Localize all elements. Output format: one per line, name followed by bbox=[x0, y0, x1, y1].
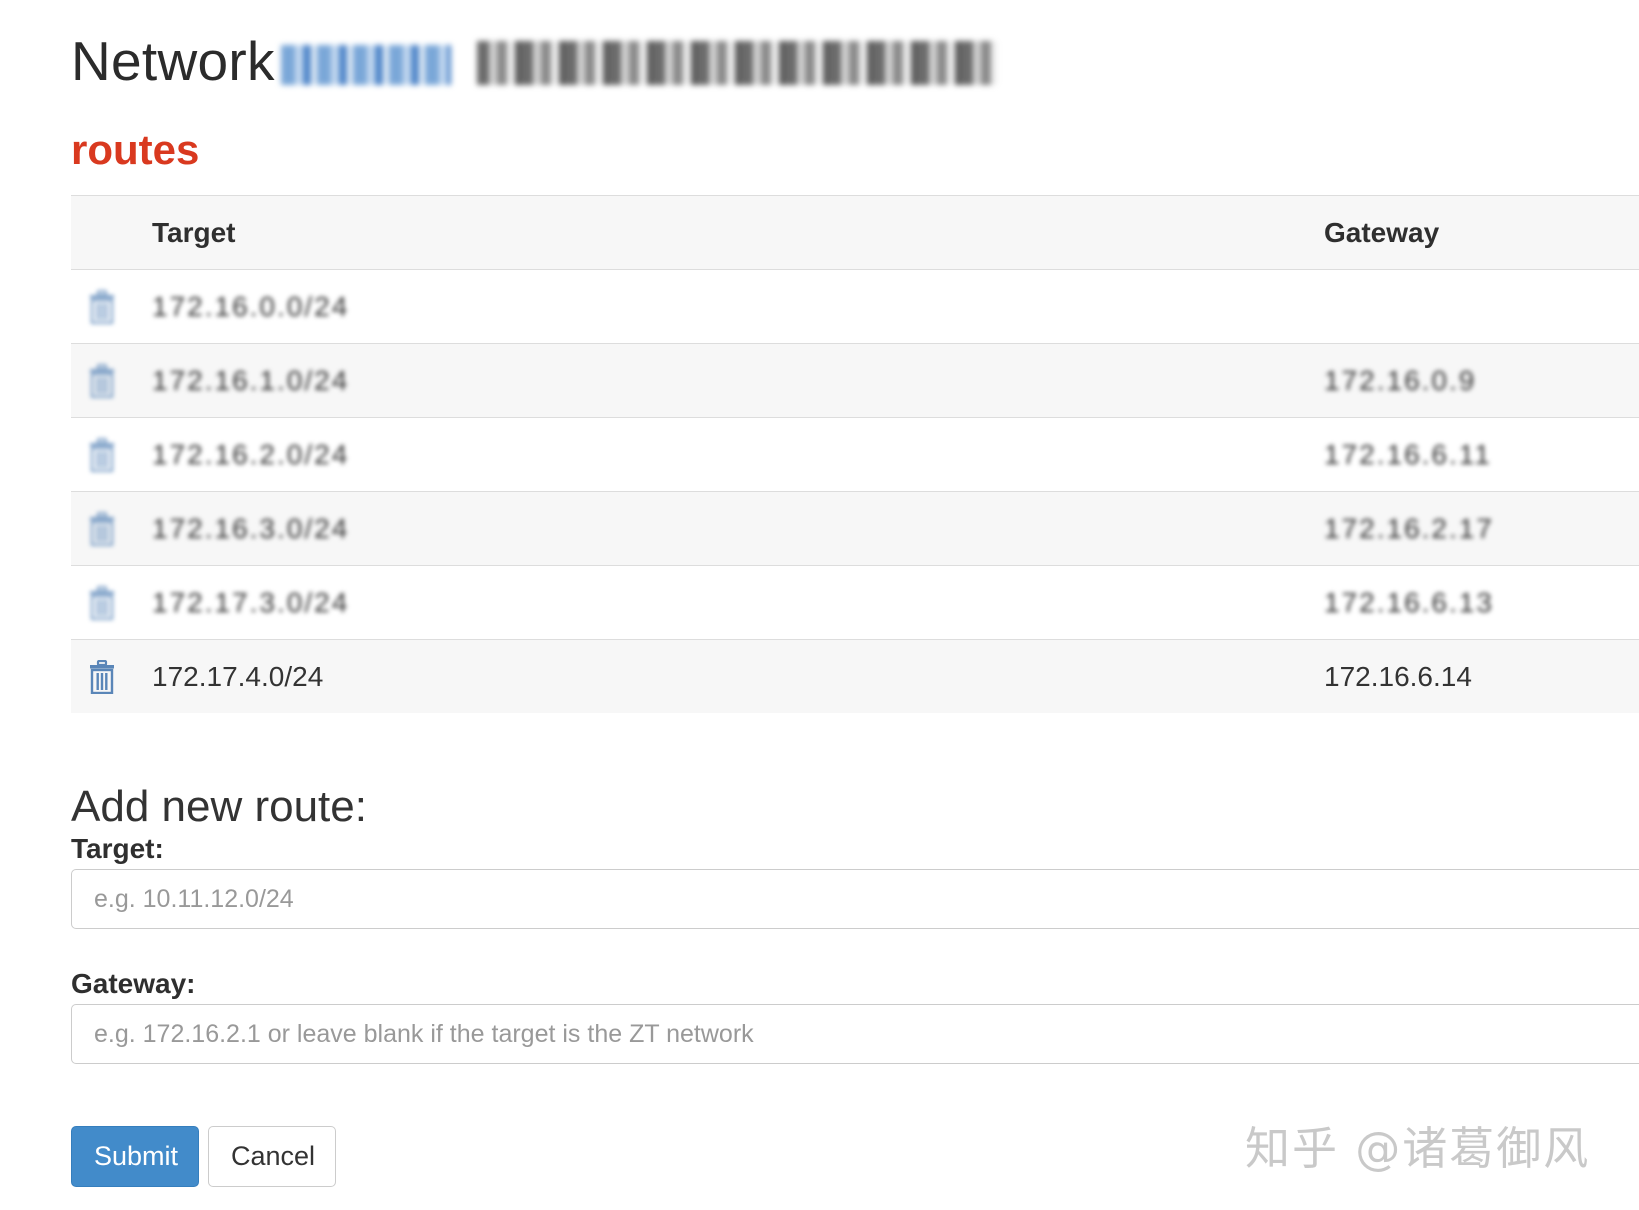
table-header-gateway: Gateway bbox=[1324, 195, 1639, 270]
add-route-heading: Add new route: bbox=[71, 782, 367, 831]
route-target: 172.16.1.0/24 bbox=[152, 364, 350, 396]
route-target-cell: 172.16.3.0/24 bbox=[152, 491, 1324, 566]
route-target-cell: 172.17.3.0/24 bbox=[152, 565, 1324, 640]
route-gateway-cell: 172.16.2.17 bbox=[1324, 491, 1639, 566]
table-row: 172.16.1.0/24 172.16.0.9 bbox=[71, 343, 1639, 418]
trash-icon[interactable] bbox=[89, 437, 115, 472]
delete-cell bbox=[71, 343, 152, 418]
route-gateway: 172.16.2.17 bbox=[1324, 512, 1494, 544]
page-title-row: Network bbox=[71, 26, 998, 96]
target-label: Target: bbox=[71, 833, 164, 864]
cancel-button[interactable]: Cancel bbox=[208, 1126, 336, 1187]
delete-cell bbox=[71, 491, 152, 566]
route-gateway: 172.16.0.9 bbox=[1324, 364, 1477, 396]
network-name-redacted bbox=[280, 45, 451, 85]
route-gateway: 172.16.6.11 bbox=[1324, 438, 1492, 470]
gateway-input[interactable] bbox=[71, 1004, 1639, 1064]
submit-button[interactable]: Submit bbox=[71, 1126, 199, 1187]
table-header-target: Target bbox=[152, 195, 1324, 270]
delete-cell bbox=[71, 639, 152, 713]
table-row: 172.16.3.0/24 172.16.2.17 bbox=[71, 491, 1639, 566]
trash-icon[interactable] bbox=[89, 659, 115, 694]
delete-cell bbox=[71, 269, 152, 344]
route-target: 172.16.0.0/24 bbox=[152, 290, 350, 322]
gateway-label: Gateway: bbox=[71, 968, 196, 999]
delete-cell bbox=[71, 565, 152, 640]
network-hash-redacted bbox=[477, 41, 998, 85]
table-row: 172.16.2.0/24 172.16.6.11 bbox=[71, 417, 1639, 492]
table-row: 172.17.3.0/24 172.16.6.13 bbox=[71, 565, 1639, 640]
table-row: 172.17.4.0/24 172.16.6.14 bbox=[71, 639, 1639, 713]
watermark: 知乎 @诸葛御风 bbox=[1245, 1122, 1591, 1175]
trash-icon[interactable] bbox=[89, 363, 115, 398]
page: Network routes Target Gateway 172.16.0.0… bbox=[0, 0, 1639, 1210]
route-target-cell: 172.16.0.0/24 bbox=[152, 269, 1324, 344]
route-target: 172.17.3.0/24 bbox=[152, 586, 350, 618]
routes-table: Target Gateway 172.16.0.0/24 172.16.1.0/2… bbox=[71, 195, 1639, 713]
trash-icon[interactable] bbox=[89, 511, 115, 546]
delete-cell bbox=[71, 417, 152, 492]
table-row: 172.16.0.0/24 bbox=[71, 269, 1639, 344]
route-gateway: 172.16.6.14 bbox=[1324, 660, 1472, 692]
route-target-cell: 172.17.4.0/24 bbox=[152, 639, 1324, 713]
network-id-redacted bbox=[280, 37, 998, 85]
table-header-row: Target Gateway bbox=[71, 195, 1639, 270]
route-gateway-cell: 172.16.6.11 bbox=[1324, 417, 1639, 492]
route-target: 172.16.3.0/24 bbox=[152, 512, 350, 544]
page-title: Network bbox=[71, 30, 275, 92]
route-target: 172.16.2.0/24 bbox=[152, 438, 350, 470]
route-gateway-cell: 172.16.0.9 bbox=[1324, 343, 1639, 418]
route-gateway-cell: 172.16.6.13 bbox=[1324, 565, 1639, 640]
routes-heading: routes bbox=[71, 126, 200, 173]
table-header-icon-col bbox=[71, 195, 152, 270]
trash-icon[interactable] bbox=[89, 585, 115, 620]
route-gateway-cell: 172.16.6.14 bbox=[1324, 639, 1639, 713]
routes-table-body: 172.16.0.0/24 172.16.1.0/24 172.16.0.9 172.… bbox=[71, 269, 1639, 713]
route-gateway-cell bbox=[1324, 269, 1639, 344]
route-target: 172.17.4.0/24 bbox=[152, 660, 324, 692]
route-target-cell: 172.16.1.0/24 bbox=[152, 343, 1324, 418]
target-input[interactable] bbox=[71, 869, 1639, 929]
trash-icon[interactable] bbox=[89, 289, 115, 324]
route-gateway: 172.16.6.13 bbox=[1324, 586, 1494, 618]
route-target-cell: 172.16.2.0/24 bbox=[152, 417, 1324, 492]
